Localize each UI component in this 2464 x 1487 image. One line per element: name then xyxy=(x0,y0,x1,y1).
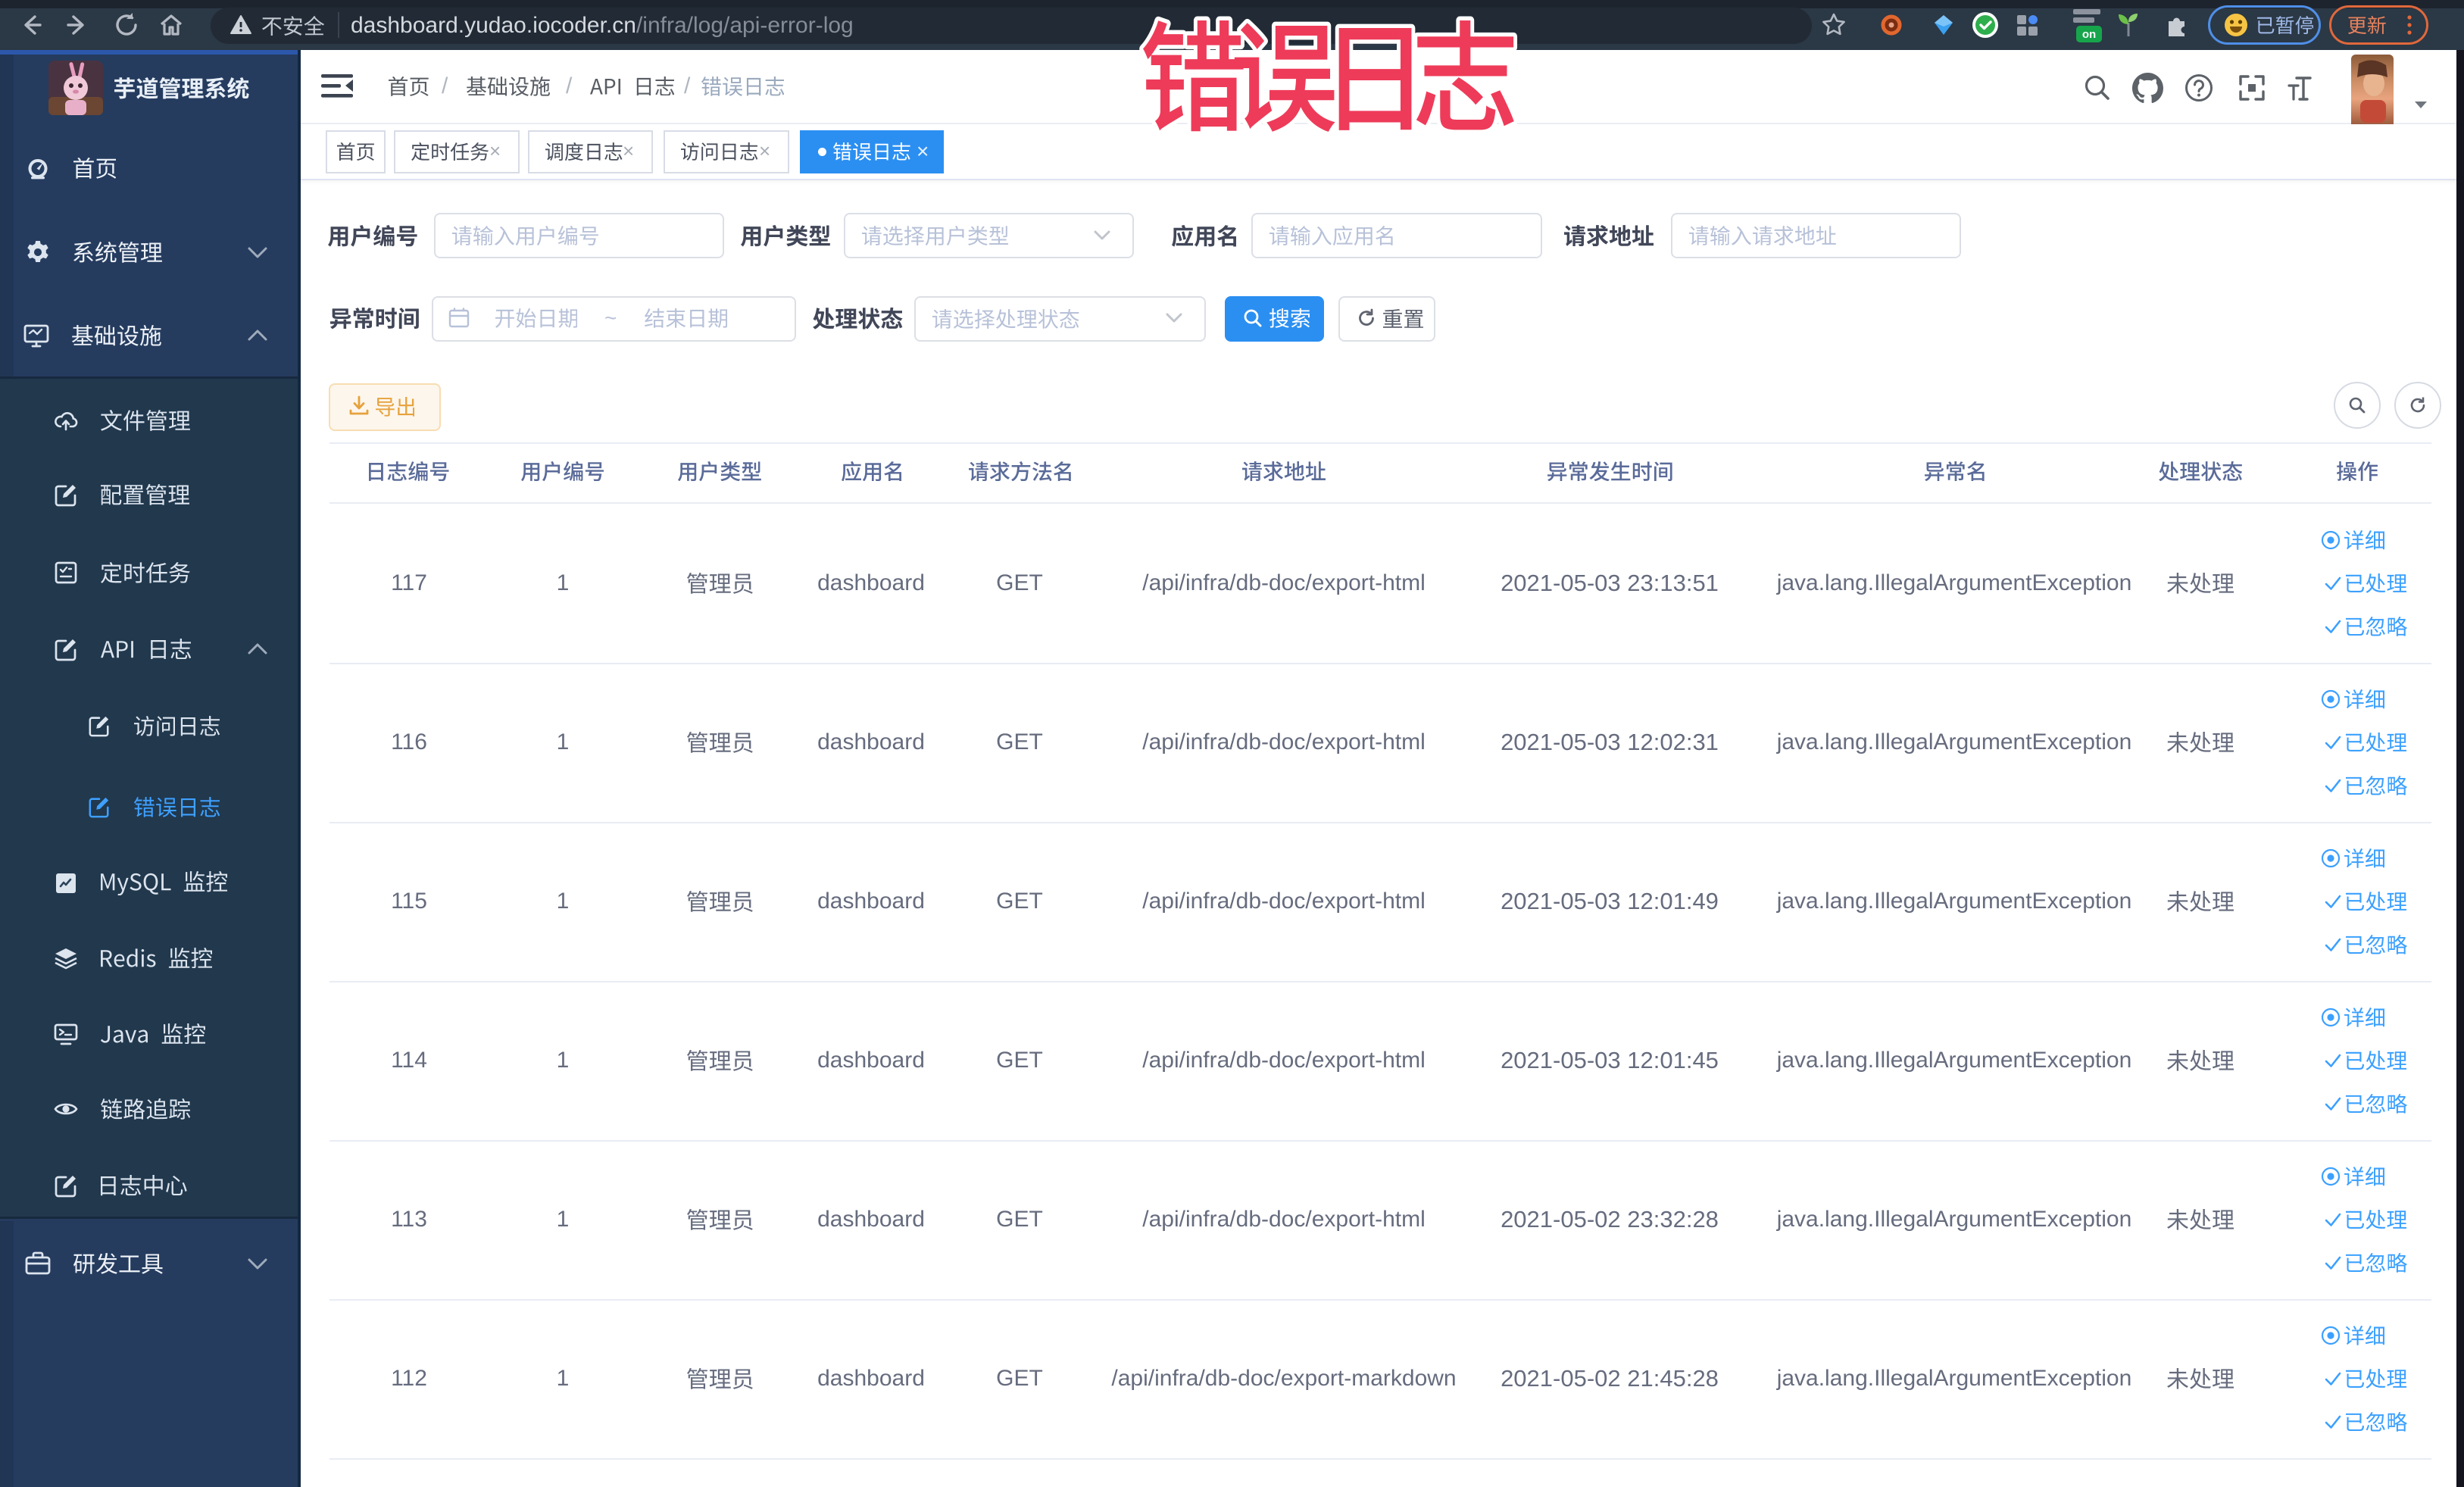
svg-text:on: on xyxy=(2082,28,2096,41)
